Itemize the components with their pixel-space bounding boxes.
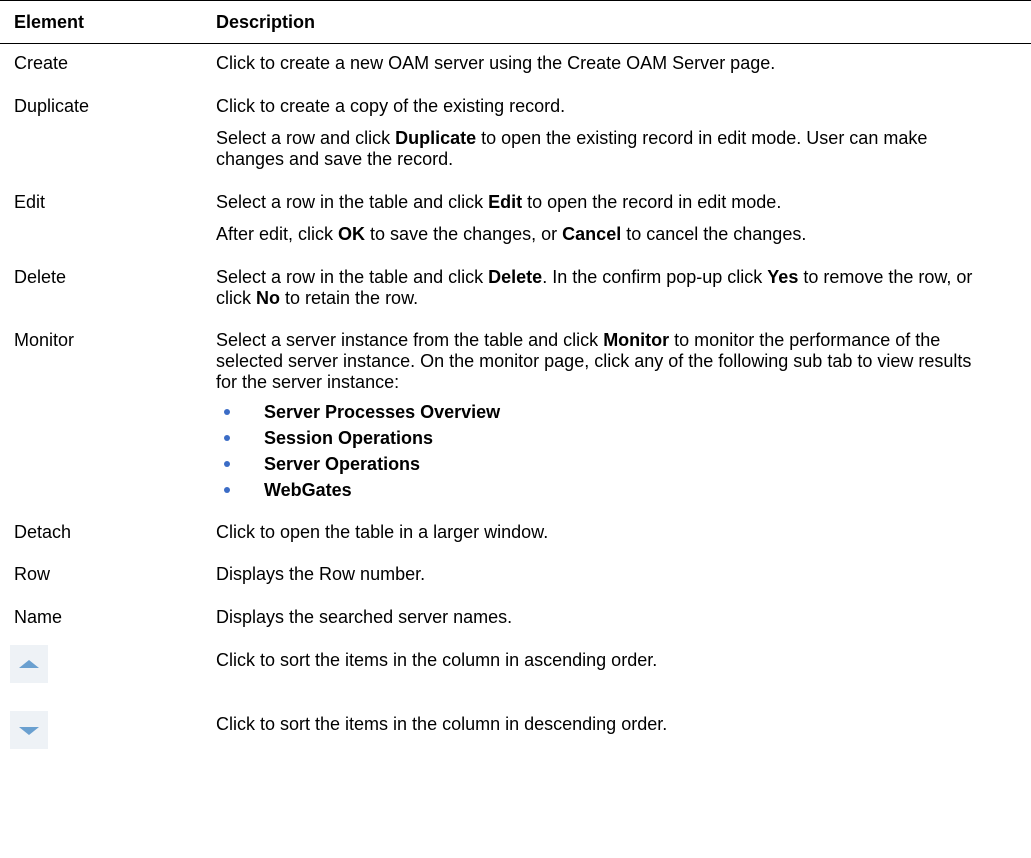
row-element: Duplicate [14, 96, 90, 116]
sort-ascending-icon [10, 645, 48, 683]
table-row: Delete Select a row in the table and cli… [0, 258, 1031, 321]
row-description: Select a row in the table and click Dele… [216, 267, 973, 308]
row-description: Displays the Row number. [216, 564, 426, 584]
sub-tab-list: Server Processes Overview Session Operat… [216, 399, 996, 503]
row-description: Click to create a copy of the existing r… [216, 96, 928, 169]
row-element [0, 641, 196, 683]
row-description: Displays the searched server names. [216, 607, 513, 627]
table-row: Click to sort the items in the column in… [0, 641, 1031, 705]
row-element: Monitor [14, 330, 75, 350]
bullet-icon [224, 487, 230, 493]
header-element: Element [14, 11, 85, 32]
table-row: Edit Select a row in the table and click… [0, 183, 1031, 258]
row-element: Detach [14, 522, 72, 542]
row-element: Create [14, 53, 69, 73]
list-item: Server Processes Overview [216, 399, 996, 425]
row-description: Click to sort the items in the column in… [216, 650, 658, 670]
table-row: Monitor Select a server instance from th… [0, 321, 1031, 513]
table-row: Name Displays the searched server names. [0, 598, 1031, 641]
table-header: Element Description [0, 0, 1031, 44]
bullet-icon [224, 435, 230, 441]
sort-descending-icon [10, 711, 48, 749]
row-description: Select a server instance from the table … [196, 321, 996, 503]
row-element: Row [14, 564, 51, 584]
row-element: Edit [14, 192, 46, 212]
table-row: Create Click to create a new OAM server … [0, 44, 1031, 87]
row-description: Click to create a new OAM server using t… [216, 53, 776, 73]
table-row: Row Displays the Row number. [0, 555, 1031, 598]
table-row: Click to sort the items in the column in… [0, 705, 1031, 769]
row-element: Name [14, 607, 63, 627]
element-description-table: Element Description Create Click to crea… [0, 0, 1031, 769]
row-element: Delete [14, 267, 67, 287]
list-item: Server Operations [216, 451, 996, 477]
bullet-icon [224, 409, 230, 415]
table-row: Duplicate Click to create a copy of the … [0, 87, 1031, 183]
row-description: Click to open the table in a larger wind… [216, 522, 549, 542]
list-item: WebGates [216, 477, 996, 503]
list-item: Session Operations [216, 425, 996, 451]
row-description: Select a row in the table and click Edit… [216, 192, 807, 244]
bullet-icon [224, 461, 230, 467]
header-description: Description [216, 11, 316, 32]
row-element [0, 705, 196, 749]
table-row: Detach Click to open the table in a larg… [0, 513, 1031, 555]
row-description: Click to sort the items in the column in… [216, 714, 668, 734]
